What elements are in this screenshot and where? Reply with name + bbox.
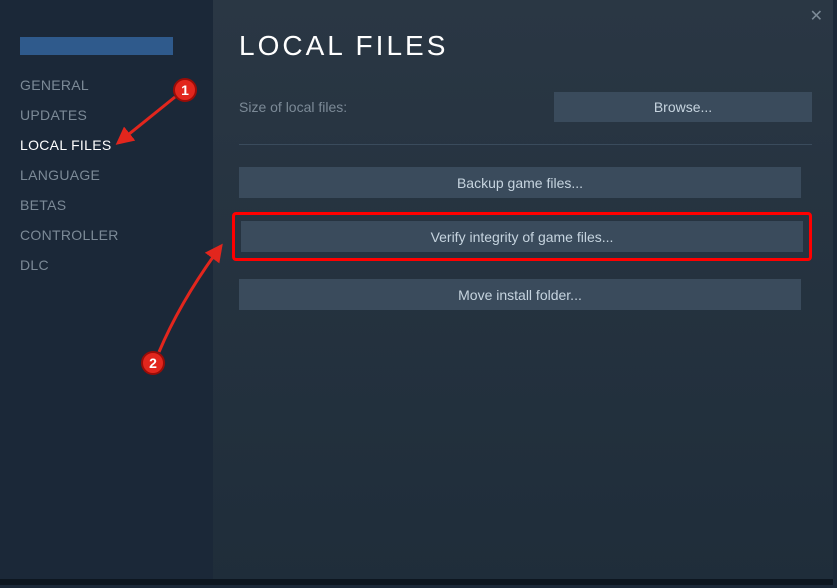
verify-highlight: Verify integrity of game files...: [232, 212, 812, 261]
page-title: LOCAL FILES: [239, 30, 812, 62]
backup-button[interactable]: Backup game files...: [239, 167, 801, 198]
annotation-marker-1: 1: [173, 78, 197, 102]
sidebar-item-language[interactable]: LANGUAGE: [20, 160, 213, 190]
browse-button[interactable]: Browse...: [554, 92, 812, 122]
sidebar-item-controller[interactable]: CONTROLLER: [20, 220, 213, 250]
sidebar-item-local-files[interactable]: LOCAL FILES: [20, 130, 213, 160]
sidebar-banner: [20, 37, 173, 55]
annotation-marker-2: 2: [141, 351, 165, 375]
size-row: Size of local files: Browse...: [239, 92, 812, 122]
properties-window: ✕ GENERAL UPDATES LOCAL FILES LANGUAGE B…: [0, 0, 833, 585]
size-label: Size of local files:: [239, 99, 347, 115]
verify-integrity-button[interactable]: Verify integrity of game files...: [241, 221, 803, 252]
sidebar-item-betas[interactable]: BETAS: [20, 190, 213, 220]
main-panel: LOCAL FILES Size of local files: Browse.…: [213, 0, 837, 585]
sidebar-item-dlc[interactable]: DLC: [20, 250, 213, 280]
bottom-shadow: [0, 579, 833, 585]
sidebar-item-updates[interactable]: UPDATES: [20, 100, 213, 130]
divider: [239, 144, 812, 145]
move-folder-button[interactable]: Move install folder...: [239, 279, 801, 310]
